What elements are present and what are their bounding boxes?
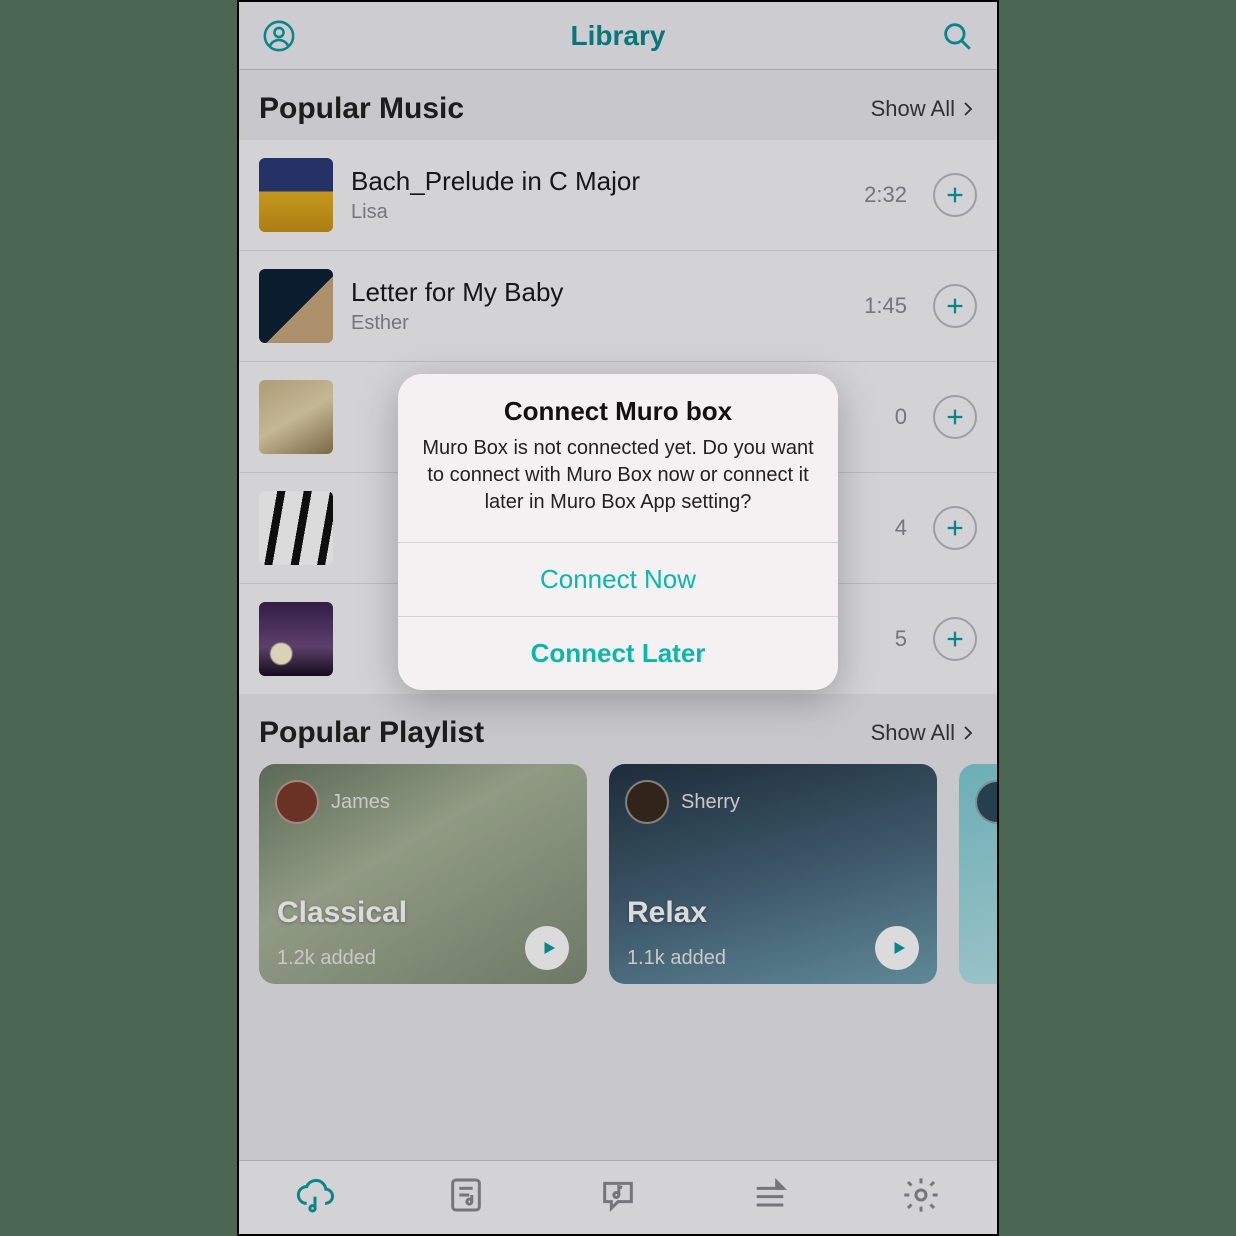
track-artist: Esther <box>351 312 846 335</box>
cloud-music-icon <box>295 1175 335 1215</box>
track-duration: 1:45 <box>864 293 907 319</box>
tab-compose[interactable] <box>598 1175 638 1220</box>
track-row[interactable]: Letter for My Baby Esther 1:45 <box>239 251 997 362</box>
section-header-playlist: Popular Playlist Show All <box>239 694 997 764</box>
playlist-card[interactable] <box>959 764 997 984</box>
play-button[interactable] <box>525 926 569 970</box>
chevron-right-icon <box>959 724 977 742</box>
section-header-music: Popular Music Show All <box>239 70 997 140</box>
track-thumbnail <box>259 158 333 232</box>
track-thumbnail <box>259 602 333 676</box>
track-artist: Lisa <box>351 201 846 224</box>
add-track-button[interactable] <box>933 617 977 661</box>
tab-bar <box>239 1160 997 1234</box>
playlist-added-count: 1.2k added <box>277 947 376 970</box>
note-bubble-icon <box>598 1175 638 1215</box>
playlist-added-count: 1.1k added <box>627 947 726 970</box>
playlist-icon <box>446 1175 486 1215</box>
plus-icon <box>944 628 966 650</box>
header-bar: Library <box>239 2 997 70</box>
profile-icon[interactable] <box>259 16 299 56</box>
creator-avatar <box>975 780 997 824</box>
add-track-button[interactable] <box>933 395 977 439</box>
creator-avatar <box>275 780 319 824</box>
gear-icon <box>901 1175 941 1215</box>
track-thumbnail <box>259 491 333 565</box>
sliders-icon <box>750 1175 790 1215</box>
tab-settings[interactable] <box>901 1175 941 1220</box>
tab-list[interactable] <box>446 1175 486 1220</box>
play-icon <box>890 939 908 957</box>
plus-icon <box>944 406 966 428</box>
track-thumbnail <box>259 380 333 454</box>
app-screen: Library Popular Music Show All Bach_Prel… <box>237 0 999 1236</box>
track-duration: 2:32 <box>864 182 907 208</box>
section-title-playlist: Popular Playlist <box>259 716 484 750</box>
show-all-music-label: Show All <box>871 96 955 122</box>
plus-icon <box>944 184 966 206</box>
playlist-card[interactable]: Sherry Relax 1.1k added <box>609 764 937 984</box>
tab-edit[interactable] <box>750 1175 790 1220</box>
play-button[interactable] <box>875 926 919 970</box>
page-title: Library <box>571 20 666 52</box>
plus-icon <box>944 517 966 539</box>
creator-name: Sherry <box>681 791 740 814</box>
plus-icon <box>944 295 966 317</box>
show-all-playlist-label: Show All <box>871 720 955 746</box>
dialog-message: Muro Box is not connected yet. Do you wa… <box>422 435 814 516</box>
search-icon[interactable] <box>937 16 977 56</box>
creator-name: James <box>331 791 390 814</box>
play-icon <box>540 939 558 957</box>
track-row[interactable]: Bach_Prelude in C Major Lisa 2:32 <box>239 140 997 251</box>
playlist-carousel[interactable]: James Classical 1.2k added Sherry Relax … <box>239 764 997 984</box>
add-track-button[interactable] <box>933 284 977 328</box>
connect-dialog: Connect Muro box Muro Box is not connect… <box>398 374 838 690</box>
connect-now-button[interactable]: Connect Now <box>398 542 838 616</box>
track-duration: 0 <box>895 404 907 430</box>
track-thumbnail <box>259 269 333 343</box>
show-all-music[interactable]: Show All <box>871 96 977 122</box>
show-all-playlist[interactable]: Show All <box>871 720 977 746</box>
track-title: Bach_Prelude in C Major <box>351 166 846 197</box>
creator-avatar <box>625 780 669 824</box>
dialog-title: Connect Muro box <box>422 396 814 427</box>
connect-later-button[interactable]: Connect Later <box>398 616 838 690</box>
playlist-name: Classical <box>277 896 569 930</box>
playlist-card[interactable]: James Classical 1.2k added <box>259 764 587 984</box>
chevron-right-icon <box>959 100 977 118</box>
playlist-name: Relax <box>627 896 919 930</box>
section-title-music: Popular Music <box>259 92 464 126</box>
add-track-button[interactable] <box>933 173 977 217</box>
tab-library[interactable] <box>295 1175 335 1220</box>
add-track-button[interactable] <box>933 506 977 550</box>
track-duration: 5 <box>895 626 907 652</box>
track-duration: 4 <box>895 515 907 541</box>
track-title: Letter for My Baby <box>351 277 846 308</box>
